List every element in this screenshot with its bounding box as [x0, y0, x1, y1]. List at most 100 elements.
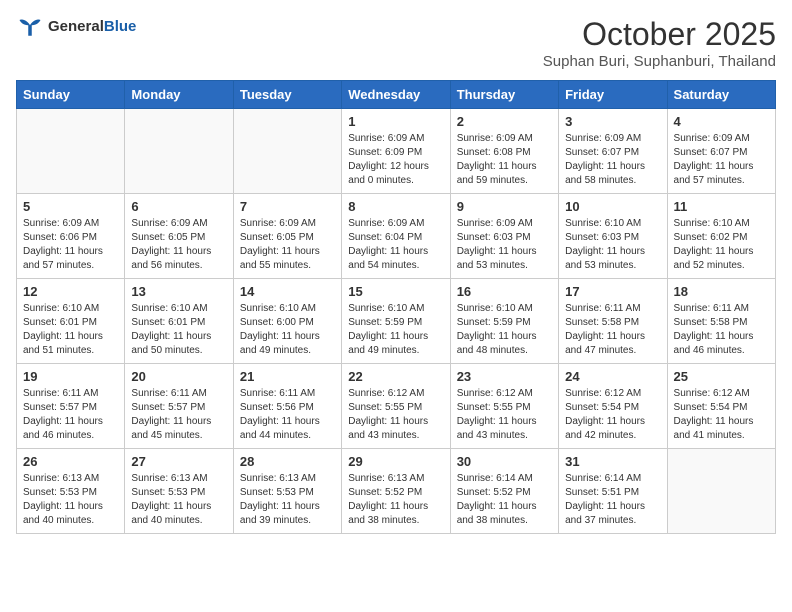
- calendar-cell: 13 Sunrise: 6:10 AMSunset: 6:01 PMDayligh…: [125, 279, 233, 364]
- calendar-table: SundayMondayTuesdayWednesdayThursdayFrid…: [16, 80, 776, 534]
- calendar-cell: 22 Sunrise: 6:12 AMSunset: 5:55 PMDayligh…: [342, 364, 450, 449]
- weekday-header-row: SundayMondayTuesdayWednesdayThursdayFrid…: [17, 81, 776, 109]
- calendar-cell: 5 Sunrise: 6:09 AMSunset: 6:06 PMDaylight…: [17, 194, 125, 279]
- day-info: Sunrise: 6:11 AMSunset: 5:57 PMDaylight:…: [131, 387, 226, 443]
- day-info: Sunrise: 6:10 AMSunset: 6:00 PMDaylight:…: [240, 302, 335, 358]
- day-number: 29: [348, 454, 443, 469]
- day-info: Sunrise: 6:09 AMSunset: 6:04 PMDaylight:…: [348, 217, 443, 273]
- day-info: Sunrise: 6:10 AMSunset: 6:02 PMDaylight:…: [674, 217, 769, 273]
- title-block: October 2025 Suphan Buri, Suphanburi, Th…: [543, 16, 776, 70]
- day-info: Sunrise: 6:12 AMSunset: 5:54 PMDaylight:…: [565, 387, 660, 443]
- calendar-cell: 6Sunrise: 6:09 AMSunset: 6:05 PMDaylight…: [125, 194, 233, 279]
- day-number: 20: [131, 369, 226, 384]
- day-number: 15: [348, 284, 443, 299]
- calendar-cell: 27 Sunrise: 6:13 AMSunset: 5:53 PMDayligh…: [125, 449, 233, 534]
- day-info: Sunrise: 6:11 AMSunset: 5:58 PMDaylight:…: [565, 302, 660, 358]
- calendar-cell: [125, 109, 233, 194]
- calendar-cell: 29 Sunrise: 6:13 AMSunset: 5:52 PMDayligh…: [342, 449, 450, 534]
- day-info: Sunrise: 6:11 AMSunset: 5:58 PMDaylight:…: [674, 302, 769, 358]
- calendar-cell: 7Sunrise: 6:09 AMSunset: 6:05 PMDaylight…: [233, 194, 341, 279]
- calendar-cell: [17, 109, 125, 194]
- weekday-header-thursday: Thursday: [450, 81, 558, 109]
- calendar-cell: 8 Sunrise: 6:09 AMSunset: 6:04 PMDaylight…: [342, 194, 450, 279]
- page-header: GeneralBlue October 2025 Suphan Buri, Su…: [16, 16, 776, 70]
- day-number: 5: [23, 199, 118, 214]
- day-info: Sunrise: 6:11 AMSunset: 5:57 PMDaylight:…: [23, 387, 118, 443]
- weekday-header-monday: Monday: [125, 81, 233, 109]
- logo-general-text: GeneralBlue: [48, 18, 136, 36]
- weekday-header-tuesday: Tuesday: [233, 81, 341, 109]
- calendar-cell: 1Sunrise: 6:09 AMSunset: 6:09 PMDaylight…: [342, 109, 450, 194]
- calendar-cell: 9Sunrise: 6:09 AMSunset: 6:03 PMDaylight…: [450, 194, 558, 279]
- calendar-cell: 24 Sunrise: 6:12 AMSunset: 5:54 PMDayligh…: [559, 364, 667, 449]
- day-info: Sunrise: 6:11 AMSunset: 5:56 PMDaylight:…: [240, 387, 335, 443]
- day-info: Sunrise: 6:14 AMSunset: 5:51 PMDaylight:…: [565, 472, 660, 528]
- day-number: 3: [565, 114, 660, 129]
- day-number: 19: [23, 369, 118, 384]
- day-number: 31: [565, 454, 660, 469]
- week-row-5: 26Sunrise: 6:13 AMSunset: 5:53 PMDayligh…: [17, 449, 776, 534]
- day-number: 28: [240, 454, 335, 469]
- calendar-cell: 23 Sunrise: 6:12 AMSunset: 5:55 PMDayligh…: [450, 364, 558, 449]
- day-number: 10: [565, 199, 660, 214]
- day-number: 8: [348, 199, 443, 214]
- calendar-cell: 16 Sunrise: 6:10 AMSunset: 5:59 PMDayligh…: [450, 279, 558, 364]
- day-info: Sunrise: 6:09 AMSunset: 6:07 PMDaylight:…: [674, 132, 769, 188]
- day-info: Sunrise: 6:12 AMSunset: 5:55 PMDaylight:…: [348, 387, 443, 443]
- calendar-cell: 30Sunrise: 6:14 AMSunset: 5:52 PMDayligh…: [450, 449, 558, 534]
- day-info: Sunrise: 6:09 AMSunset: 6:06 PMDaylight:…: [23, 217, 118, 273]
- calendar-cell: 4Sunrise: 6:09 AMSunset: 6:07 PMDaylight…: [667, 109, 775, 194]
- calendar-cell: 2Sunrise: 6:09 AMSunset: 6:08 PMDaylight…: [450, 109, 558, 194]
- month-title: October 2025: [543, 16, 776, 53]
- day-number: 22: [348, 369, 443, 384]
- day-info: Sunrise: 6:13 AMSunset: 5:52 PMDaylight:…: [348, 472, 443, 528]
- calendar-cell: 20 Sunrise: 6:11 AMSunset: 5:57 PMDayligh…: [125, 364, 233, 449]
- calendar-cell: 21 Sunrise: 6:11 AMSunset: 5:56 PMDayligh…: [233, 364, 341, 449]
- calendar-cell: 12 Sunrise: 6:10 AMSunset: 6:01 PMDayligh…: [17, 279, 125, 364]
- calendar-cell: 25Sunrise: 6:12 AMSunset: 5:54 PMDayligh…: [667, 364, 775, 449]
- day-info: Sunrise: 6:09 AMSunset: 6:08 PMDaylight:…: [457, 132, 552, 188]
- day-number: 21: [240, 369, 335, 384]
- day-number: 18: [674, 284, 769, 299]
- day-info: Sunrise: 6:13 AMSunset: 5:53 PMDaylight:…: [240, 472, 335, 528]
- calendar-cell: 11Sunrise: 6:10 AMSunset: 6:02 PMDayligh…: [667, 194, 775, 279]
- weekday-header-saturday: Saturday: [667, 81, 775, 109]
- day-info: Sunrise: 6:10 AMSunset: 5:59 PMDaylight:…: [457, 302, 552, 358]
- calendar-cell: 3 Sunrise: 6:09 AMSunset: 6:07 PMDaylight…: [559, 109, 667, 194]
- day-info: Sunrise: 6:09 AMSunset: 6:05 PMDaylight:…: [131, 217, 226, 273]
- calendar-cell: 10 Sunrise: 6:10 AMSunset: 6:03 PMDayligh…: [559, 194, 667, 279]
- day-number: 16: [457, 284, 552, 299]
- day-number: 1: [348, 114, 443, 129]
- day-info: Sunrise: 6:13 AMSunset: 5:53 PMDaylight:…: [131, 472, 226, 528]
- weekday-header-sunday: Sunday: [17, 81, 125, 109]
- location-subtitle: Suphan Buri, Suphanburi, Thailand: [543, 53, 776, 70]
- day-number: 13: [131, 284, 226, 299]
- day-info: Sunrise: 6:10 AMSunset: 5:59 PMDaylight:…: [348, 302, 443, 358]
- day-number: 27: [131, 454, 226, 469]
- day-info: Sunrise: 6:09 AMSunset: 6:05 PMDaylight:…: [240, 217, 335, 273]
- day-info: Sunrise: 6:10 AMSunset: 6:03 PMDaylight:…: [565, 217, 660, 273]
- day-info: Sunrise: 6:10 AMSunset: 6:01 PMDaylight:…: [23, 302, 118, 358]
- calendar-cell: 14 Sunrise: 6:10 AMSunset: 6:00 PMDayligh…: [233, 279, 341, 364]
- day-info: Sunrise: 6:12 AMSunset: 5:54 PMDaylight:…: [674, 387, 769, 443]
- day-number: 23: [457, 369, 552, 384]
- calendar-cell: 18 Sunrise: 6:11 AMSunset: 5:58 PMDayligh…: [667, 279, 775, 364]
- logo: GeneralBlue: [16, 16, 136, 38]
- weekday-header-wednesday: Wednesday: [342, 81, 450, 109]
- day-number: 12: [23, 284, 118, 299]
- day-info: Sunrise: 6:09 AMSunset: 6:07 PMDaylight:…: [565, 132, 660, 188]
- day-info: Sunrise: 6:13 AMSunset: 5:53 PMDaylight:…: [23, 472, 118, 528]
- day-number: 24: [565, 369, 660, 384]
- weekday-header-friday: Friday: [559, 81, 667, 109]
- day-info: Sunrise: 6:10 AMSunset: 6:01 PMDaylight:…: [131, 302, 226, 358]
- logo-bird-icon: [16, 16, 44, 38]
- day-info: Sunrise: 6:12 AMSunset: 5:55 PMDaylight:…: [457, 387, 552, 443]
- day-number: 30: [457, 454, 552, 469]
- day-info: Sunrise: 6:09 AMSunset: 6:03 PMDaylight:…: [457, 217, 552, 273]
- calendar-cell: 28 Sunrise: 6:13 AMSunset: 5:53 PMDayligh…: [233, 449, 341, 534]
- calendar-cell: 26Sunrise: 6:13 AMSunset: 5:53 PMDayligh…: [17, 449, 125, 534]
- day-number: 14: [240, 284, 335, 299]
- calendar-cell: 31 Sunrise: 6:14 AMSunset: 5:51 PMDayligh…: [559, 449, 667, 534]
- week-row-4: 19 Sunrise: 6:11 AMSunset: 5:57 PMDayligh…: [17, 364, 776, 449]
- calendar-cell: 17Sunrise: 6:11 AMSunset: 5:58 PMDayligh…: [559, 279, 667, 364]
